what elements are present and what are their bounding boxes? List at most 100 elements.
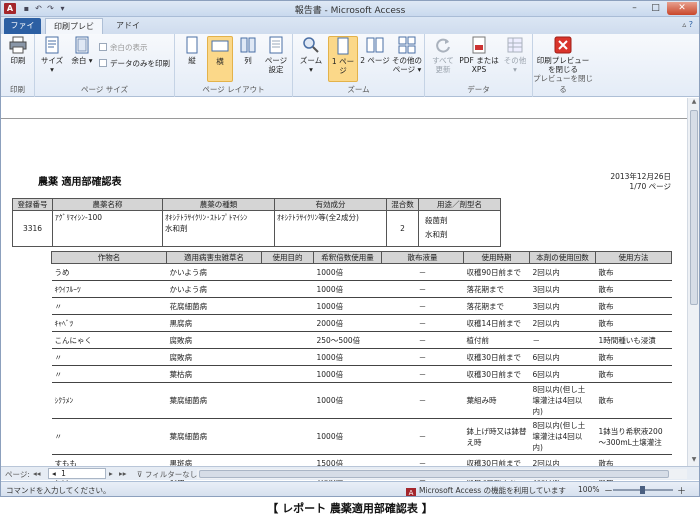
zoom-out-icon[interactable]: － <box>604 484 613 496</box>
crop-cell: 〃 <box>51 418 167 455</box>
more-pages-button[interactable]: その他の ページ ▾ <box>391 36 423 74</box>
print-data-only-checkbox[interactable]: データのみを印刷 <box>99 58 170 69</box>
help-icon[interactable]: ? <box>689 20 693 29</box>
zoom-percent[interactable]: 100% <box>578 485 599 494</box>
margins-button[interactable]: 余白 ▾ <box>69 36 95 65</box>
refresh-icon <box>436 38 450 53</box>
more-export-button[interactable]: その他 ▾ <box>501 36 529 74</box>
tab-file[interactable]: ファイル <box>4 18 41 45</box>
crop-cell: 〃 <box>51 348 167 366</box>
method-cell: 散布 <box>595 348 672 366</box>
ribbon-minimize-icon[interactable]: ▵ <box>682 20 686 29</box>
timing-cell: 収穫30日前まで <box>463 365 530 383</box>
page-setup-button[interactable]: ページ 設定 <box>263 36 289 74</box>
first-page-icon[interactable]: ◂◂ <box>33 469 41 478</box>
tab-addin[interactable]: アドイン <box>107 18 149 45</box>
scroll-down-icon[interactable]: ▼ <box>689 456 699 466</box>
export-more-icon <box>507 37 523 53</box>
purpose-cell <box>261 297 314 315</box>
close-window-button[interactable]: ✕ <box>667 2 697 15</box>
application-table-body: うめ かいよう病 1000倍－収穫90日前まで 2回以内 散布 ｷｳｲﾌﾙｰﾂ かいよう病 1… <box>51 263 672 489</box>
crop-cell: ｷｳｲﾌﾙｰﾂ <box>51 280 167 298</box>
group-label-page-size: ページ サイズ <box>80 85 128 94</box>
columns-button[interactable]: 列 <box>237 36 259 65</box>
group-close-preview: 印刷プレビュー を閉じる プレビューを閉じる <box>533 34 593 97</box>
prev-page-icon[interactable]: ◂ <box>52 469 56 478</box>
title-bar: A ▪ ↶ ↷ ▾ 報告書 - Microsoft Access – □ ✕ <box>1 1 699 17</box>
crop-cell: うめ <box>51 263 167 281</box>
col-active-ingredient: 有効成分 <box>274 198 387 211</box>
spray-volume-cell: － <box>381 348 464 366</box>
group-page-size: サイズ ▾ 余白 ▾ 余白の表示 データのみを印刷 ページ サイズ <box>35 34 175 97</box>
timing-cell: 葉組み時 <box>463 382 530 419</box>
page-top-edge <box>1 118 687 119</box>
col-reg-no: 登録番号 <box>12 198 53 211</box>
group-label-data: データ <box>467 85 490 94</box>
show-margins-checkbox[interactable]: 余白の表示 <box>99 42 148 53</box>
zoom-in-icon[interactable]: ＋ <box>677 484 686 496</box>
pesticide-type-line2: 水和剤 <box>165 224 188 233</box>
dilution-cell: 1000倍 <box>313 348 382 366</box>
last-page-icon[interactable]: ▸▸ <box>119 469 127 478</box>
zoom-slider[interactable] <box>613 486 673 494</box>
vertical-scroll-thumb[interactable] <box>690 110 698 305</box>
maximize-button[interactable]: □ <box>646 2 665 15</box>
col-spray-volume: 散布液量 <box>381 251 464 264</box>
pesticide-type-line1: ｵｷｼﾃﾄﾗｻｲｸﾘﾝ･ｽﾄﾚﾌﾟﾄﾏｲｼﾝ <box>165 213 248 222</box>
page-number-input[interactable]: ◂ 1 <box>48 468 106 479</box>
method-cell: 散布 <box>595 382 672 419</box>
purpose-cell <box>261 331 314 349</box>
method-cell: 散布 <box>595 297 672 315</box>
spray-volume-cell: － <box>381 314 464 332</box>
table-row: 〃葉枯病 1000倍－収穫30日前まで 6回以内 散布 <box>51 365 672 383</box>
status-bar: コマンドを入力してください。 A Microsoft Access の機能を利用し… <box>1 481 699 496</box>
zoom-button[interactable]: ズーム ▾ <box>297 36 325 74</box>
dilution-cell: 1000倍 <box>313 365 382 383</box>
minimize-button[interactable]: – <box>625 2 644 15</box>
ribbon: 印刷 印刷 サイズ ▾ 余白 ▾ 余白の表示 データのみを印刷 ページ サイズ … <box>1 34 699 97</box>
print-button[interactable]: 印刷 <box>4 36 32 65</box>
use-line2: 水和剤 <box>425 230 448 239</box>
access-small-icon: A <box>406 488 416 496</box>
purpose-cell <box>261 418 314 455</box>
checkbox-box <box>99 43 107 51</box>
dilution-cell: 250～500倍 <box>313 331 382 349</box>
portrait-button[interactable]: 縦 <box>181 36 203 65</box>
target-pest-cell: 黒腐病 <box>166 314 262 332</box>
table-row: ｷｬﾍﾞﾂ 黒腐病 2000倍－収穫14日前まで 2回以内 散布 <box>51 314 672 332</box>
next-page-icon[interactable]: ▸ <box>109 469 113 478</box>
timing-cell: 落花期まで <box>463 297 530 315</box>
zoom-slider-knob[interactable] <box>640 486 645 494</box>
method-cell: 散布 <box>595 280 672 298</box>
portrait-icon <box>186 36 198 54</box>
use-count-cell: 3回以内 <box>529 280 596 298</box>
mix-count-value: 2 <box>386 210 419 247</box>
pdf-xps-button[interactable]: PDF または XPS <box>459 36 499 74</box>
crop-cell: こんにゃく <box>51 331 167 349</box>
horizontal-scrollbar[interactable] <box>197 469 687 479</box>
vertical-scrollbar[interactable]: ▲ ▼ <box>687 98 699 466</box>
table-row: うめ かいよう病 1000倍－収穫90日前まで 2回以内 散布 <box>51 263 672 281</box>
filter-status[interactable]: ⊽ フィルターなし <box>137 469 197 480</box>
group-print: 印刷 印刷 <box>1 34 35 97</box>
two-pages-button[interactable]: 2 ページ <box>360 36 390 65</box>
filter-icon: ⊽ <box>137 470 143 479</box>
table-row: ｼｸﾗﾒﾝ 葉腐細菌病 1000倍－葉組み時 8回以内(但し土壌灌注は4回以内) 散布 <box>51 382 672 419</box>
tab-print-preview[interactable]: 印刷プレビュー <box>45 18 103 46</box>
col-use-count: 本剤の使用回数 <box>529 251 596 264</box>
close-print-preview-button[interactable]: 印刷プレビュー を閉じる <box>535 36 591 74</box>
target-pest-cell: かいよう病 <box>166 263 262 281</box>
use-count-cell: 8回以内(但し土壌灌注は4回以内) <box>529 418 596 455</box>
one-page-button[interactable]: 1 ページ <box>328 36 358 82</box>
use-count-cell: 8回以内(但し土壌灌注は4回以内) <box>529 382 596 419</box>
landscape-button[interactable]: 横 <box>207 36 233 82</box>
size-button[interactable]: サイズ ▾ <box>39 36 65 74</box>
refresh-all-button[interactable]: すべて 更新 <box>429 36 457 74</box>
horizontal-scroll-thumb[interactable] <box>199 470 669 478</box>
dilution-cell: 1000倍 <box>313 263 382 281</box>
use-line1: 殺菌剤 <box>425 216 448 225</box>
pesticide-name-value: ｱｸﾞﾘﾏｲｼﾝ-100 <box>52 210 163 247</box>
scroll-up-icon[interactable]: ▲ <box>689 98 699 108</box>
report-preview-area: 農薬 適用部確認表 2013年12月26日 1/70 ページ 登録番号 農薬名称… <box>1 98 699 489</box>
method-cell: 1鉢当り希釈液200～300mL土壌灌注 <box>595 418 672 455</box>
